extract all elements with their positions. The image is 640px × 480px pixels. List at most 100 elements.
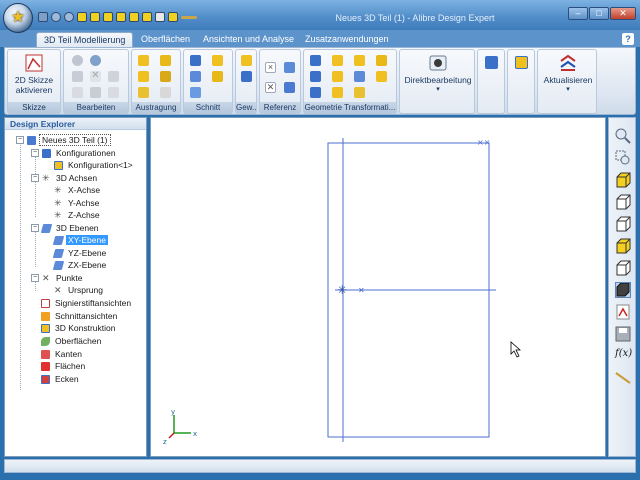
copy-icon[interactable] (72, 71, 83, 82)
sketch-line-icon[interactable] (181, 16, 197, 19)
boolean-icon[interactable] (332, 87, 343, 98)
view-iso-cube-icon[interactable] (615, 238, 631, 254)
tree-node-zx-ebene[interactable]: ZX-Ebene (52, 259, 108, 271)
cut-extrude-icon[interactable] (190, 55, 201, 66)
tab-oberflaechen[interactable]: Oberflächen (134, 32, 197, 47)
rotate-icon[interactable] (310, 71, 321, 82)
direktbearbeitung-button[interactable]: Direktbearbeitung ▾ (402, 53, 474, 95)
edit-icon[interactable] (90, 87, 101, 98)
collapse-toggle[interactable]: − (16, 136, 24, 144)
tree-node-konfigurationen[interactable]: − Konfigurationen (31, 147, 118, 159)
tree-node-3d-konstruktion[interactable]: 3D Konstruktion (41, 322, 117, 334)
cube-icon[interactable] (116, 12, 126, 22)
zoom-icon[interactable] (615, 128, 631, 144)
extrude-icon[interactable] (138, 55, 149, 66)
csys-icon[interactable] (284, 82, 295, 93)
equation-editor-icon[interactable]: f(x) (615, 348, 632, 364)
tree-node-y-achse[interactable]: ✳ Y-Achse (54, 197, 101, 209)
close-button[interactable]: ✕ (610, 7, 636, 20)
plane-icon[interactable] (284, 62, 295, 73)
cube-icon[interactable] (77, 12, 87, 22)
tree-node-3d-achsen[interactable]: − ✳ 3D Achsen (31, 172, 99, 184)
split-icon[interactable] (310, 87, 321, 98)
tab-zusatzanwendungen[interactable]: Zusatzanwendungen (298, 32, 396, 47)
axis-icon[interactable]: × (265, 62, 276, 73)
tree-node-punkte[interactable]: − ✕ Punkte (31, 272, 84, 284)
cube-icon[interactable] (90, 12, 100, 22)
minimize-button[interactable]: – (568, 7, 588, 20)
view-front-cube-icon[interactable] (615, 172, 631, 188)
collapse-toggle[interactable]: − (31, 174, 39, 182)
zoom-window-icon[interactable] (615, 150, 631, 166)
delete-icon[interactable]: ✕ (90, 71, 101, 82)
skizze-aktivieren-button[interactable]: 2D Skizze aktivieren (10, 53, 58, 95)
cube-icon[interactable] (142, 12, 152, 22)
tab-3d-teil-modellierung[interactable]: 3D Teil Modellierung (36, 32, 134, 47)
pattern-icon[interactable] (332, 55, 343, 66)
thicken-icon[interactable] (138, 87, 149, 98)
offset-icon[interactable] (354, 87, 365, 98)
undo-icon[interactable] (72, 55, 83, 66)
tree-node-xy-ebene[interactable]: XY-Ebene (52, 234, 108, 246)
scale-icon[interactable] (354, 55, 365, 66)
maximize-button[interactable]: □ (589, 7, 609, 20)
collapse-toggle[interactable]: − (31, 274, 39, 282)
mirror-icon[interactable] (310, 55, 321, 66)
tree-node-oberflaechen[interactable]: Oberflächen (41, 335, 103, 347)
layer-icon[interactable] (485, 56, 498, 69)
redo-icon[interactable] (90, 55, 101, 66)
equation-icon[interactable] (515, 56, 528, 69)
thread-icon[interactable] (241, 55, 252, 66)
view-wireframe-cube-icon[interactable] (615, 260, 631, 276)
app-menu-button[interactable]: ★ (3, 3, 33, 33)
draft-icon[interactable] (354, 71, 365, 82)
aktualisieren-button[interactable]: Aktualisieren ▾ (540, 53, 596, 95)
cut-icon[interactable] (108, 71, 119, 82)
view-shaded-cube-icon[interactable] (615, 282, 631, 298)
tree-node-flaechen[interactable]: Flächen (41, 360, 87, 372)
cube-icon[interactable] (103, 12, 113, 22)
redo-icon[interactable] (64, 12, 74, 22)
tab-ansichten-und-analyse[interactable]: Ansichten und Analyse (196, 32, 301, 47)
help-icon[interactable]: ? (622, 33, 634, 45)
tree-node-kanten[interactable]: Kanten (41, 348, 84, 360)
cube-icon[interactable] (129, 12, 139, 22)
tree-node-konfiguration1[interactable]: Konfiguration<1> (54, 159, 135, 171)
boss-icon[interactable] (160, 87, 171, 98)
properties-icon[interactable] (108, 87, 119, 98)
tree-node-ecken[interactable]: Ecken (41, 373, 81, 385)
view-top-cube-icon[interactable] (615, 216, 631, 232)
tree-node-signierstiftansichten[interactable]: Signierstiftansichten (41, 297, 133, 309)
cube-icon[interactable] (168, 12, 178, 22)
fillet-icon[interactable] (241, 71, 252, 82)
cut-revolve-icon[interactable] (212, 55, 223, 66)
hole-icon[interactable] (190, 71, 201, 82)
save-view-icon[interactable] (615, 326, 631, 342)
save-icon[interactable] (38, 12, 48, 22)
measure-icon[interactable] (615, 370, 631, 386)
revolve-icon[interactable] (160, 55, 171, 66)
tree-node-ursprung[interactable]: ✕ Ursprung (54, 284, 105, 296)
cut-sweep-icon[interactable] (212, 71, 223, 82)
collapse-toggle[interactable]: − (31, 224, 39, 232)
tree-node-x-achse[interactable]: ✳ X-Achse (54, 184, 102, 196)
undo-icon[interactable] (51, 12, 61, 22)
tree-node-3d-ebenen[interactable]: − 3D Ebenen (31, 222, 101, 234)
tree-node-schnittansichten[interactable]: Schnittansichten (41, 310, 119, 322)
pdf-export-icon[interactable] (615, 304, 631, 320)
tree-node-yz-ebene[interactable]: YZ-Ebene (52, 247, 108, 259)
sweep-icon[interactable] (138, 71, 149, 82)
shell-icon[interactable] (332, 71, 343, 82)
view-back-cube-icon[interactable] (615, 194, 631, 210)
tree-node-root[interactable]: − Neues 3D Teil (1) (16, 134, 111, 146)
collapse-toggle[interactable]: − (31, 149, 39, 157)
move-icon[interactable] (376, 55, 387, 66)
tree-node-z-achse[interactable]: ✳ Z-Achse (54, 209, 102, 221)
cut-loft-icon[interactable] (190, 87, 201, 98)
3d-viewport[interactable]: ✳ ✕ ×× y x z (150, 117, 606, 457)
paste-icon[interactable] (72, 87, 83, 98)
cube-icon[interactable] (155, 12, 165, 22)
chamfer-icon[interactable] (376, 71, 387, 82)
point-icon[interactable]: ✕ (265, 82, 276, 93)
loft-icon[interactable] (160, 71, 171, 82)
